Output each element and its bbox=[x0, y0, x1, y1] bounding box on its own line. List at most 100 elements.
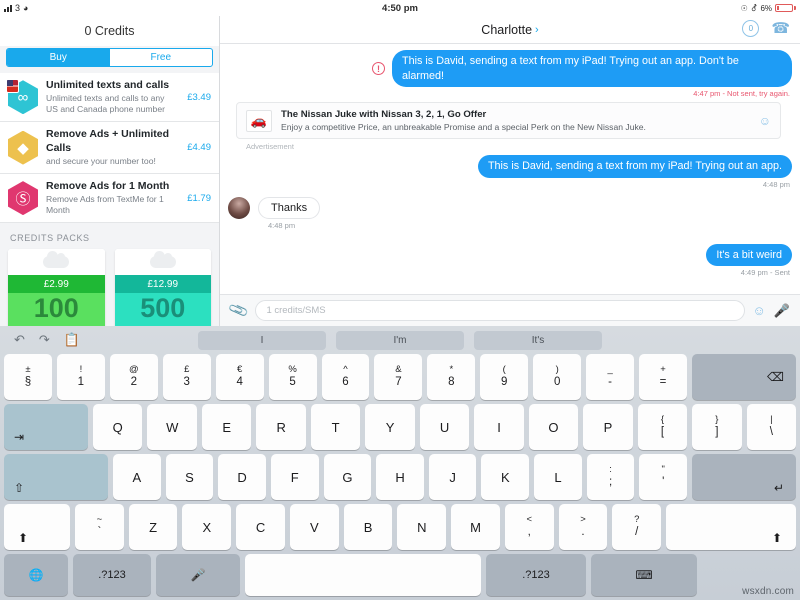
keyboard-row-bottom: 🌐 .?123 🎤 .?123 ⌨ bbox=[0, 554, 800, 600]
key-9[interactable]: (9 bbox=[480, 354, 529, 400]
message-bubble[interactable]: This is David, sending a text from my iP… bbox=[392, 50, 792, 88]
space-key[interactable] bbox=[245, 554, 481, 596]
key-e[interactable]: E bbox=[201, 404, 252, 450]
numeric-switch-right[interactable]: .?123 bbox=[486, 554, 586, 596]
globe-icon[interactable]: 🌐 bbox=[4, 554, 68, 596]
key-7[interactable]: & 7 bbox=[374, 354, 423, 400]
offer-price[interactable]: £3.49 bbox=[183, 92, 211, 103]
key-bracket-right[interactable]: }] bbox=[692, 404, 742, 450]
buy-free-segmented-control[interactable]: Buy Free bbox=[6, 48, 213, 67]
key-p[interactable]: P bbox=[583, 404, 633, 450]
key-b[interactable]: B bbox=[343, 504, 393, 550]
key-q[interactable]: Q bbox=[93, 404, 143, 450]
credits-badge[interactable]: 0 bbox=[742, 20, 760, 37]
prediction-0[interactable]: I bbox=[198, 330, 326, 350]
key-w[interactable]: W bbox=[147, 404, 197, 450]
offer-row-unlimited[interactable]: ∞ Unlimited texts and calls Unlimited te… bbox=[0, 73, 219, 123]
key-u[interactable]: U bbox=[419, 404, 470, 450]
chevron-right-icon[interactable]: › bbox=[535, 24, 539, 36]
rotation-lock-icon: ☉ bbox=[740, 3, 748, 13]
key-backslash[interactable]: | \ bbox=[746, 404, 797, 450]
key-equals[interactable]: + = bbox=[639, 354, 687, 400]
key-y[interactable]: Y bbox=[365, 404, 415, 450]
key-n[interactable]: N bbox=[397, 504, 447, 550]
key-comma[interactable]: <, bbox=[504, 504, 554, 550]
message-bubble[interactable]: It's a bit weird bbox=[706, 243, 792, 267]
key-quote[interactable]: " ' bbox=[639, 454, 688, 500]
tab-free[interactable]: Free bbox=[110, 49, 213, 66]
tab-icon[interactable]: ⇥ bbox=[4, 404, 88, 450]
key-c[interactable]: C bbox=[236, 504, 285, 550]
key-k[interactable]: K bbox=[481, 454, 530, 500]
message-bubble[interactable]: This is David, sending a text from my iP… bbox=[477, 155, 792, 178]
key-slash[interactable]: ? / bbox=[612, 504, 662, 550]
key-bracket-left[interactable]: {[ bbox=[637, 404, 688, 450]
key-backtick[interactable]: ~ ` bbox=[75, 504, 124, 550]
microphone-icon[interactable]: 🎤 bbox=[774, 303, 790, 319]
key-j[interactable]: J bbox=[428, 454, 477, 500]
credits-pack-card[interactable]: £2.99 100 bbox=[8, 249, 105, 326]
numeric-switch-left[interactable]: .?123 bbox=[73, 554, 151, 596]
key-2[interactable]: @2 bbox=[109, 354, 158, 400]
key-r[interactable]: R bbox=[256, 404, 306, 450]
key-top: ~ bbox=[96, 513, 103, 525]
key-z[interactable]: Z bbox=[128, 504, 178, 550]
key-l[interactable]: L bbox=[534, 454, 582, 500]
key-t[interactable]: T bbox=[310, 404, 361, 450]
key-s[interactable]: S bbox=[165, 454, 214, 500]
hide-keyboard-icon[interactable]: ⌨ bbox=[591, 554, 697, 596]
key-section[interactable]: ± § bbox=[4, 354, 52, 400]
key-3[interactable]: £3 bbox=[162, 354, 211, 400]
contact-name[interactable]: Charlotte bbox=[481, 23, 532, 37]
avatar bbox=[228, 196, 250, 219]
diamond-hex-icon: ◆ bbox=[8, 130, 38, 165]
key-5[interactable]: % 5 bbox=[268, 354, 317, 400]
shift-right-icon[interactable]: ⬆ bbox=[666, 504, 797, 550]
tab-buy[interactable]: Buy bbox=[7, 49, 110, 66]
message-bubble[interactable]: Thanks bbox=[258, 196, 321, 219]
key-d[interactable]: D bbox=[218, 454, 266, 500]
key-a[interactable]: A bbox=[113, 454, 161, 500]
credits-pack-card[interactable]: £12.99 500 bbox=[114, 249, 211, 326]
key-semicolon[interactable]: :; bbox=[586, 454, 635, 500]
key-g[interactable]: G bbox=[323, 454, 372, 500]
phone-icon[interactable]: ☎ bbox=[771, 21, 790, 36]
key-0[interactable]: ) 0 bbox=[533, 354, 582, 400]
pack-amount: 500 bbox=[114, 293, 211, 326]
key-h[interactable]: H bbox=[376, 454, 424, 500]
status-bar-time: 4:50 pm bbox=[382, 2, 418, 14]
not-sent-warning-icon[interactable]: ! bbox=[372, 62, 385, 76]
key-4[interactable]: €4 bbox=[215, 354, 264, 400]
undo-icon[interactable]: ↶ bbox=[14, 332, 25, 348]
key-8[interactable]: * 8 bbox=[427, 354, 476, 400]
prediction-2[interactable]: It's bbox=[474, 330, 602, 350]
shift-left-icon[interactable]: ⬆ bbox=[4, 504, 70, 550]
dictation-microphone-icon[interactable]: 🎤 bbox=[156, 554, 240, 596]
paperclip-icon[interactable]: 📎 bbox=[227, 299, 250, 322]
key-1[interactable]: ! 1 bbox=[56, 354, 105, 400]
redo-icon[interactable]: ↷ bbox=[39, 332, 50, 348]
prediction-1[interactable]: I'm bbox=[336, 330, 464, 350]
key-minus[interactable]: _ - bbox=[586, 354, 635, 400]
clipboard-icon[interactable]: 📋 bbox=[64, 332, 80, 348]
smiley-icon[interactable]: ☺ bbox=[753, 303, 766, 318]
offer-price[interactable]: £4.49 bbox=[183, 142, 211, 153]
offer-title: Remove Ads + Unlimited Calls bbox=[46, 128, 170, 154]
offer-row-remove-ads-month[interactable]: Ⓢ Remove Ads for 1 Month Remove Ads from… bbox=[0, 173, 219, 224]
key-f[interactable]: F bbox=[270, 454, 319, 500]
capslock-icon[interactable]: ⇧ bbox=[4, 454, 108, 500]
key-6[interactable]: ^ 6 bbox=[321, 354, 370, 400]
advertisement-card[interactable]: 🚗 The Nissan Juke with Nissan 3, 2, 1, G… bbox=[236, 102, 781, 140]
smiley-icon[interactable]: ☺ bbox=[759, 114, 771, 128]
message-input[interactable]: 1 credits/SMS bbox=[255, 300, 745, 321]
key-period[interactable]: >. bbox=[558, 504, 608, 550]
backspace-icon[interactable]: ⌫ bbox=[691, 354, 796, 400]
key-i[interactable]: I bbox=[474, 404, 524, 450]
key-x[interactable]: X bbox=[182, 504, 232, 550]
return-icon[interactable]: ↵ bbox=[692, 454, 797, 500]
key-v[interactable]: V bbox=[289, 504, 339, 550]
key-o[interactable]: O bbox=[528, 404, 579, 450]
offer-row-remove-ads-unlimited[interactable]: ◆ Remove Ads + Unlimited Calls and secur… bbox=[0, 122, 219, 174]
offer-price[interactable]: £1.79 bbox=[183, 193, 211, 204]
key-m[interactable]: M bbox=[451, 504, 500, 550]
